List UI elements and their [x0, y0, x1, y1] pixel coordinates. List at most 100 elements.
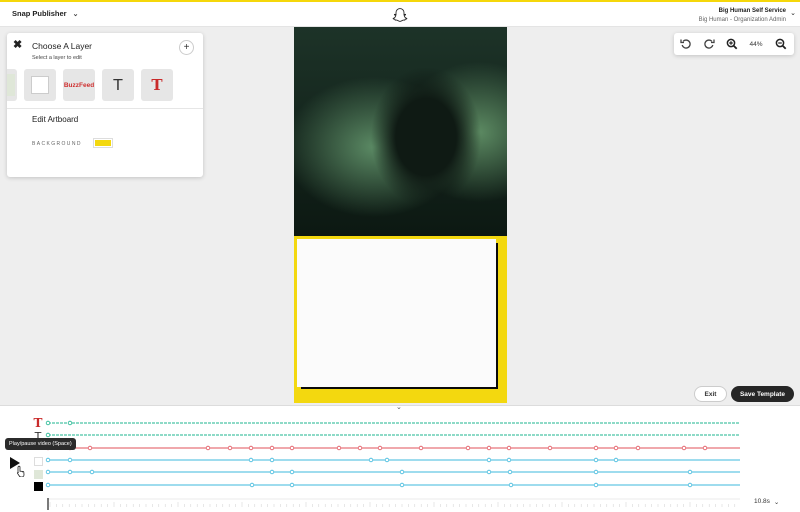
keyframe-marker[interactable]	[289, 469, 295, 475]
layer-tile-image[interactable]	[7, 69, 17, 101]
keyframe-marker[interactable]	[465, 445, 471, 451]
keyframe-marker[interactable]	[486, 445, 492, 451]
rectangle-thumbnail	[31, 76, 49, 94]
timeline-panel: ⌄ T T Play/pause video (Space) 10.8s ⌄	[0, 403, 800, 512]
keyframe-marker[interactable]	[687, 469, 693, 475]
keyframe-marker[interactable]	[248, 457, 254, 463]
keyframe-marker[interactable]	[507, 469, 513, 475]
panel-subtitle: Select a layer to edit	[32, 55, 82, 61]
keyframe-marker[interactable]	[613, 457, 619, 463]
save-template-button[interactable]: Save Template	[731, 386, 794, 402]
keyframe-marker[interactable]	[269, 445, 275, 451]
keyframe-marker[interactable]	[384, 457, 390, 463]
chevron-down-icon: ⌄	[72, 10, 79, 18]
add-layer-button[interactable]: +	[179, 40, 194, 55]
keyframe-marker[interactable]	[67, 469, 73, 475]
background-label: BACKGROUND	[32, 141, 82, 147]
keyframe-marker[interactable]	[547, 445, 553, 451]
timeline-layer-icons: T T	[28, 406, 48, 496]
background-icon	[33, 481, 43, 491]
track-icon-rectangle[interactable]	[28, 455, 48, 467]
keyframe-marker[interactable]	[635, 445, 641, 451]
account-name: Big Human Self Service	[718, 8, 786, 14]
zoom-toolbar: 44%	[674, 33, 794, 55]
collapse-timeline-icon[interactable]: ⌄	[396, 403, 402, 411]
account-role: Big Human - Organization Admin	[698, 17, 786, 23]
keyframe-marker[interactable]	[508, 482, 514, 488]
image-thumbnail	[7, 74, 15, 96]
keyframe-marker[interactable]	[593, 469, 599, 475]
video-layer[interactable]	[294, 27, 507, 236]
timeline-tracks[interactable]	[0, 406, 800, 512]
zoom-level[interactable]: 44%	[743, 41, 769, 48]
bold-text-layer-icon: T	[151, 76, 163, 94]
keyframe-marker[interactable]	[418, 445, 424, 451]
keyframe-marker[interactable]	[506, 445, 512, 451]
top-bar: Snap Publisher ⌄ Big Human Self Service …	[0, 0, 800, 27]
keyframe-marker[interactable]	[399, 482, 405, 488]
keyframe-marker[interactable]	[227, 445, 233, 451]
app-name: Snap Publisher	[12, 9, 67, 18]
exit-button[interactable]: Exit	[694, 386, 727, 402]
keyframe-marker[interactable]	[289, 482, 295, 488]
background-color-swatch[interactable]	[93, 138, 113, 148]
keyframe-marker[interactable]	[593, 445, 599, 451]
rectangle-icon	[33, 456, 43, 466]
track-icon-image[interactable]	[28, 468, 48, 480]
layer-tile-logo[interactable]: BuzzFeed	[63, 69, 95, 101]
keyframe-marker[interactable]	[67, 457, 73, 463]
track-icon-background[interactable]	[28, 480, 48, 492]
layer-list: BuzzFeed T T	[7, 69, 173, 101]
track-icon-bold-text[interactable]: T	[28, 416, 48, 430]
keyframe-marker[interactable]	[506, 457, 512, 463]
duration-select[interactable]: 10.8s ⌄	[754, 498, 779, 506]
keyframe-marker[interactable]	[249, 482, 255, 488]
panel-title: Choose A Layer	[32, 41, 93, 51]
close-icon[interactable]: ✖	[13, 38, 22, 51]
keyframe-marker[interactable]	[613, 445, 619, 451]
bold-text-icon: T	[33, 416, 43, 430]
keyframe-marker[interactable]	[486, 457, 492, 463]
keyframe-marker[interactable]	[593, 482, 599, 488]
zoom-in-icon[interactable]	[720, 33, 743, 55]
app-switcher[interactable]: Snap Publisher ⌄	[12, 9, 78, 18]
layer-tile-text[interactable]: T	[102, 69, 134, 101]
keyframe-marker[interactable]	[67, 420, 73, 426]
keyframe-marker[interactable]	[368, 457, 374, 463]
keyframe-marker[interactable]	[593, 457, 599, 463]
zoom-out-icon[interactable]	[769, 33, 792, 55]
layer-panel: ✖ Choose A Layer Select a layer to edit …	[7, 33, 203, 177]
chevron-down-icon: ⌄	[773, 499, 780, 506]
keyframe-marker[interactable]	[357, 445, 363, 451]
keyframe-marker[interactable]	[681, 445, 687, 451]
keyframe-marker[interactable]	[205, 445, 211, 451]
keyframe-marker[interactable]	[89, 469, 95, 475]
keyframe-marker[interactable]	[336, 445, 342, 451]
swatch-fill	[95, 140, 111, 146]
keyframe-marker[interactable]	[269, 457, 275, 463]
snapchat-ghost-icon[interactable]	[392, 6, 408, 24]
keyframe-marker[interactable]	[377, 445, 383, 451]
keyframe-marker[interactable]	[486, 469, 492, 475]
edit-artboard-title: Edit Artboard	[32, 115, 79, 124]
keyframe-marker[interactable]	[289, 445, 295, 451]
layer-tile-bold-text[interactable]: T	[141, 69, 173, 101]
redo-icon[interactable]	[697, 33, 720, 55]
undo-icon[interactable]	[674, 33, 697, 55]
layer-tile-rectangle[interactable]	[24, 69, 56, 101]
keyframe-marker[interactable]	[399, 469, 405, 475]
account-menu[interactable]: Big Human Self Service Big Human - Organ…	[698, 7, 796, 25]
keyframe-marker[interactable]	[269, 469, 275, 475]
keyframe-marker[interactable]	[248, 445, 254, 451]
duration-value: 10.8s	[754, 498, 770, 505]
divider	[7, 108, 203, 109]
keyframe-marker[interactable]	[702, 445, 708, 451]
play-pause-tooltip: Play/pause video (Space)	[5, 438, 76, 450]
buzzfeed-logo: BuzzFeed	[63, 81, 95, 89]
hand-cursor-icon	[17, 465, 25, 477]
white-card-layer[interactable]	[297, 239, 496, 387]
chevron-down-icon: ⌄	[790, 10, 796, 17]
keyframe-marker[interactable]	[687, 482, 693, 488]
artboard-canvas[interactable]	[294, 27, 507, 403]
keyframe-marker[interactable]	[87, 445, 93, 451]
